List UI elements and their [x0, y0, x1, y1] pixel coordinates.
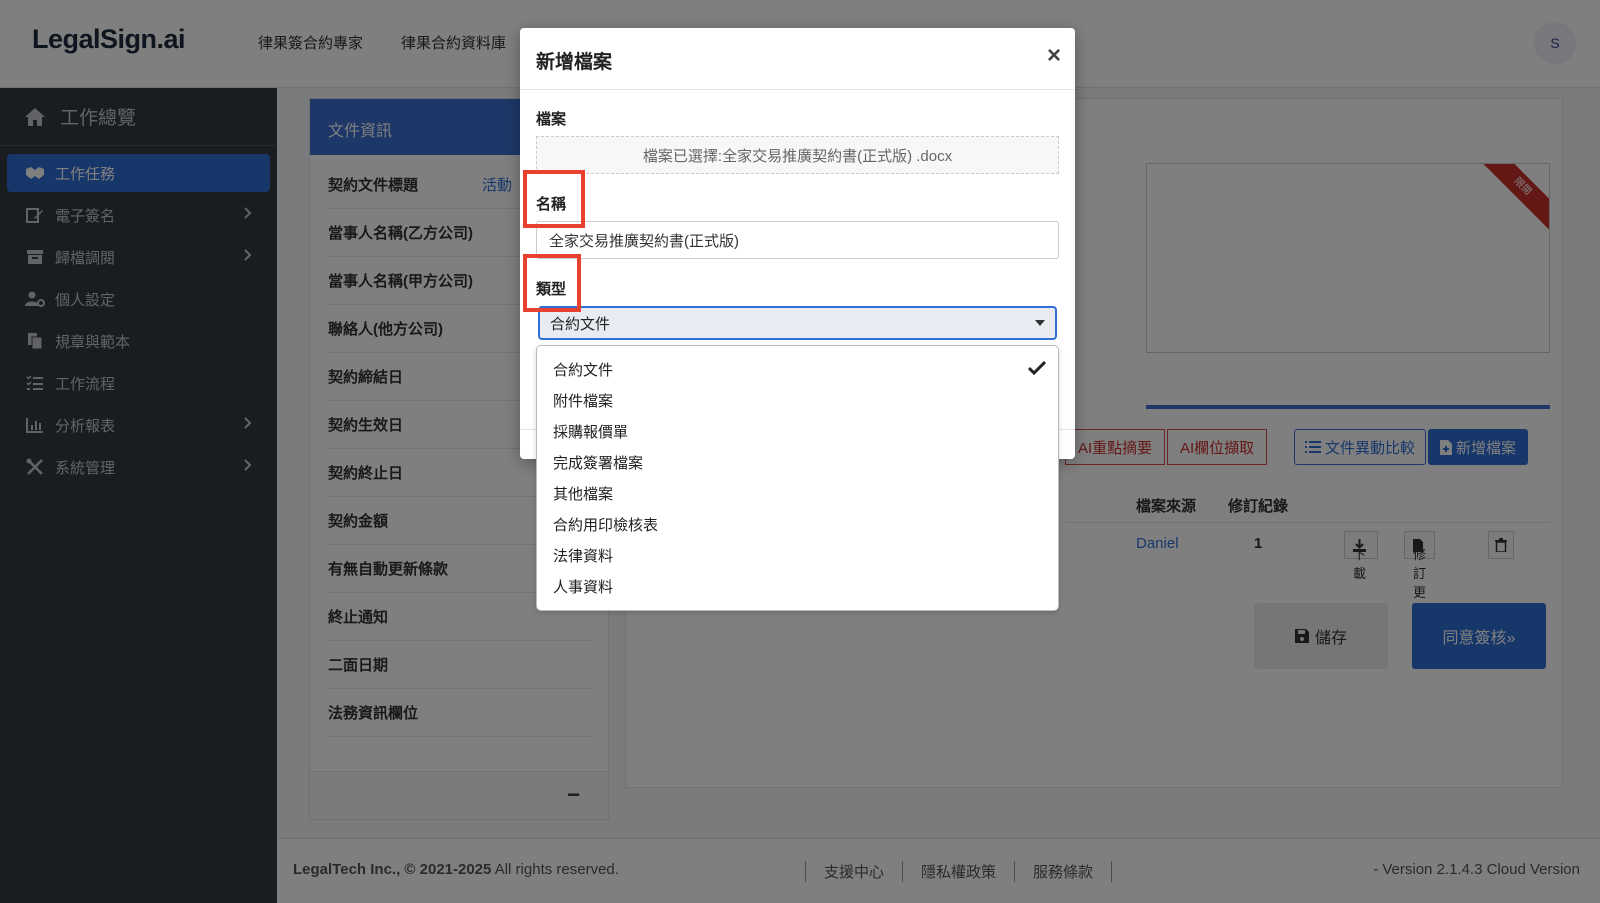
file-dropzone[interactable]: 檔案已選擇:全家交易推廣契約書(正式版) .docx: [536, 136, 1059, 174]
check-icon: [1028, 360, 1046, 376]
dropdown-option[interactable]: 合約用印檢核表: [537, 509, 1058, 540]
dropdown-option[interactable]: 其他檔案: [537, 478, 1058, 509]
dropdown-option[interactable]: 附件檔案: [537, 385, 1058, 416]
dropdown-option[interactable]: 合約文件: [537, 354, 1058, 385]
caret-down-icon: [1035, 320, 1045, 326]
dropdown-option[interactable]: 採購報價單: [537, 416, 1058, 447]
close-icon[interactable]: ×: [1047, 44, 1061, 68]
highlight-box-type: [523, 254, 581, 312]
highlight-box-name: [523, 170, 585, 228]
modal-title: 新增檔案: [536, 52, 613, 73]
type-select[interactable]: 合約文件: [538, 306, 1057, 340]
modal-header: 新增檔案 ×: [520, 28, 1075, 90]
dropdown-option[interactable]: 人事資料: [537, 571, 1058, 602]
file-label: 檔案: [536, 111, 567, 128]
dropdown-option[interactable]: 法律資料: [537, 540, 1058, 571]
type-dropdown-menu: 合約文件 附件檔案 採購報價單 完成簽署檔案 其他檔案 合約用印檢核表 法律資料…: [536, 345, 1059, 611]
name-input[interactable]: 全家交易推廣契約書(正式版): [536, 221, 1059, 259]
type-selected-value: 合約文件: [550, 315, 611, 333]
dropdown-option[interactable]: 完成簽署檔案: [537, 447, 1058, 478]
